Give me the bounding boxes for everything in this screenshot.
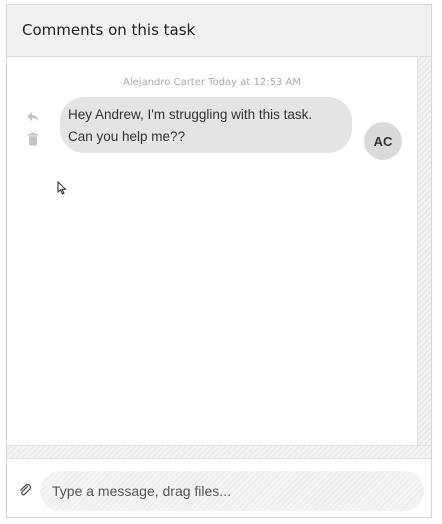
message-composer bbox=[7, 459, 431, 517]
panel-title: Comments on this task bbox=[22, 21, 196, 39]
avatar-initials: AC bbox=[373, 133, 393, 149]
message-input[interactable] bbox=[40, 471, 424, 511]
composer-divider bbox=[7, 445, 431, 459]
message-thread: Alejandro Carter Today at 12:53 AM Hey A… bbox=[7, 57, 417, 445]
paperclip-icon[interactable] bbox=[17, 482, 33, 498]
message-meta: Alejandro Carter Today at 12:53 AM bbox=[123, 77, 301, 88]
trash-icon[interactable] bbox=[25, 131, 41, 147]
message-text: Hey Andrew, I'm struggling with this tas… bbox=[68, 107, 313, 144]
panel-header: Comments on this task bbox=[7, 5, 431, 57]
message-bubble: Hey Andrew, I'm struggling with this tas… bbox=[60, 97, 352, 153]
message-actions bbox=[25, 109, 43, 153]
mouse-pointer-icon bbox=[57, 181, 67, 195]
thread-scrollbar[interactable] bbox=[417, 57, 431, 445]
comments-panel: Comments on this task Alejandro Carter T… bbox=[6, 4, 432, 518]
reply-icon[interactable] bbox=[25, 109, 41, 125]
avatar: AC bbox=[364, 122, 402, 160]
